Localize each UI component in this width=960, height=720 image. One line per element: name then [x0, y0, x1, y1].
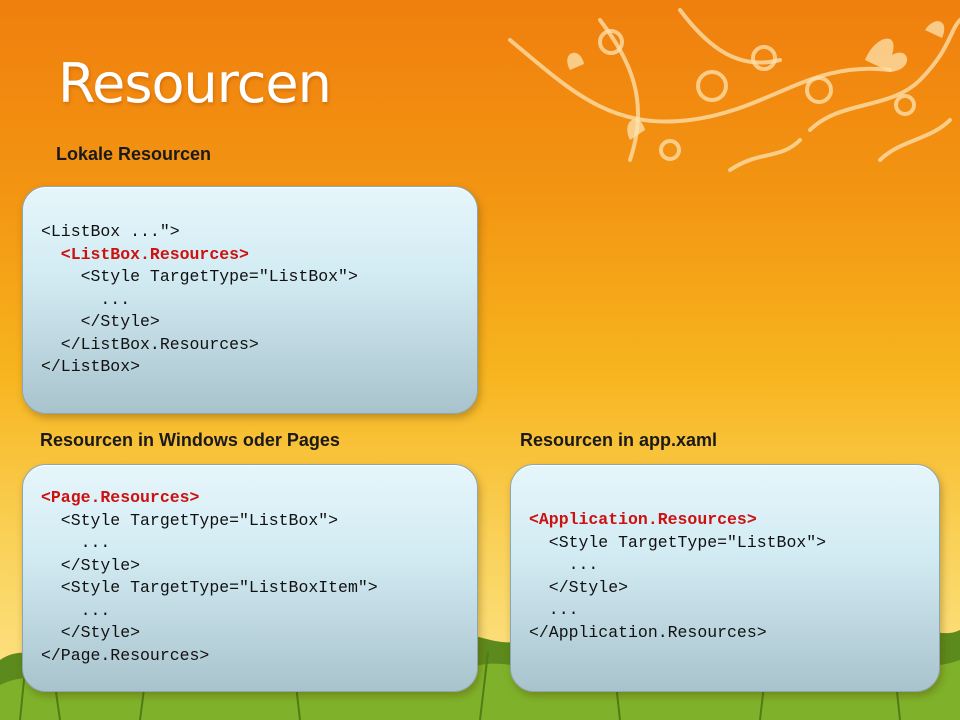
code-block-app: <Application.Resources> <Style TargetTyp… [529, 509, 826, 644]
code-line: </ListBox.Resources> [41, 334, 259, 354]
code-box-app-xaml: <Application.Resources> <Style TargetTyp… [510, 464, 940, 692]
code-line: <Application.Resources> [529, 510, 757, 529]
heading-local-resources: Lokale Resourcen [56, 144, 212, 164]
code-line: </Style> [41, 623, 141, 642]
code-line: <ListBox.Resources> [41, 244, 249, 264]
code-line: <ListBox ..."> [41, 222, 180, 241]
code-line: </Style> [41, 555, 141, 575]
slide-title: Resourcen [58, 52, 332, 115]
code-block-windows: <Page.Resources> <Style TargetType="List… [41, 487, 378, 667]
code-line: </ListBox> [41, 357, 141, 376]
code-line: ... [529, 555, 599, 574]
code-line: </Application.Resources> [529, 622, 767, 642]
code-line: ... [41, 289, 131, 309]
slide: Resourcen Lokale Resourcen <ListBox ..."… [0, 0, 960, 720]
code-line: ... [529, 600, 579, 619]
heading-windows-pages-resources: Resourcen in Windows oder Pages [40, 430, 340, 450]
code-line: <Style TargetType="ListBox"> [41, 267, 358, 286]
heading-app-xaml-resources: Resourcen in app.xaml [520, 430, 718, 450]
code-line: ... [41, 533, 111, 552]
code-line: </Style> [41, 312, 160, 331]
code-line: <Page.Resources> [41, 488, 200, 507]
code-line: <Style TargetType="ListBox"> [529, 532, 827, 552]
code-line: ... [41, 600, 111, 620]
code-box-local-resources: <ListBox ..."> <ListBox.Resources> <Styl… [22, 186, 478, 414]
code-line: <Style TargetType="ListBox"> [41, 510, 339, 530]
code-line: </Style> [529, 577, 629, 597]
code-block-local: <ListBox ..."> <ListBox.Resources> <Styl… [41, 221, 358, 379]
code-line: <Style TargetType="ListBoxItem"> [41, 578, 378, 597]
code-box-windows-pages: <Page.Resources> <Style TargetType="List… [22, 464, 478, 692]
code-line: </Page.Resources> [41, 645, 210, 665]
floral-ornament-icon [508, 8, 960, 172]
